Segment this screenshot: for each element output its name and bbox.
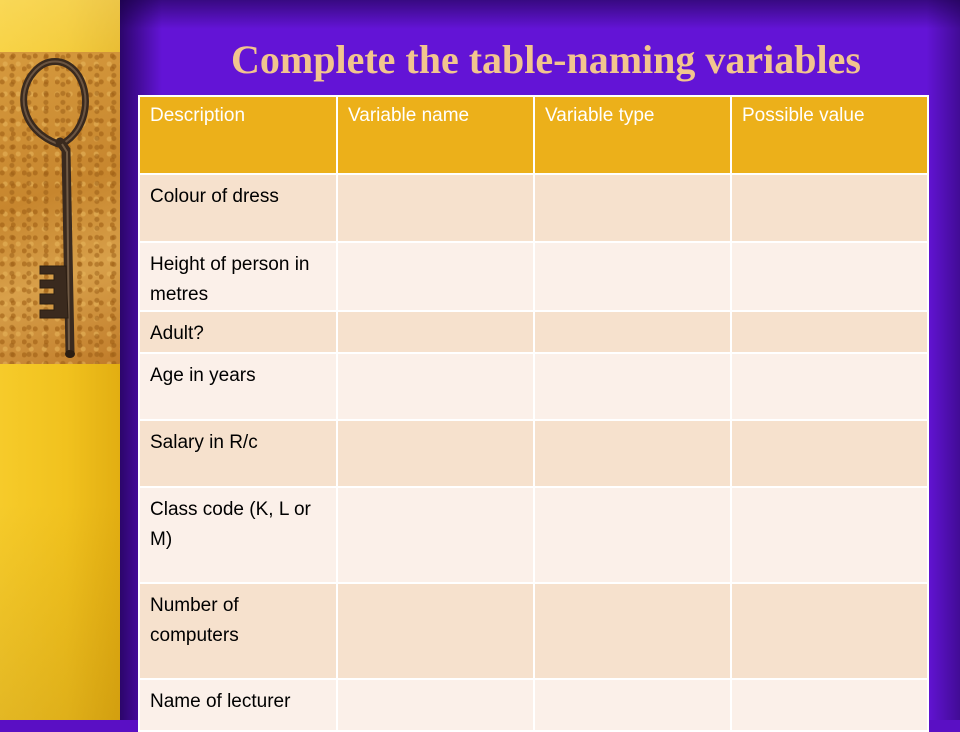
table-row: Height of person in metres [138, 241, 929, 312]
possible-value-cell [730, 352, 929, 421]
table-row: Class code (K, L or M) [138, 486, 929, 584]
table-row: Number of computers [138, 582, 929, 680]
table-row: Salary in R/c [138, 419, 929, 488]
column-header-variable-type: Variable type [533, 95, 732, 175]
variables-table: Description Variable name Variable type … [138, 95, 929, 732]
possible-value-cell [730, 241, 929, 312]
variable-type-cell [533, 310, 732, 354]
description-cell: Number of computers [138, 582, 338, 680]
possible-value-cell [730, 486, 929, 584]
table-row: Name of lecturer [138, 678, 929, 732]
possible-value-cell [730, 582, 929, 680]
possible-value-cell [730, 678, 929, 732]
variable-name-cell [336, 310, 535, 354]
table-row: Adult? [138, 310, 929, 354]
key-picture [0, 52, 120, 364]
description-cell: Class code (K, L or M) [138, 486, 338, 584]
column-header-variable-name: Variable name [336, 95, 535, 175]
description-cell: Age in years [138, 352, 338, 421]
column-header-description: Description [138, 95, 338, 175]
description-cell: Colour of dress [138, 173, 338, 243]
slide-title: Complete the table-naming variables [231, 37, 861, 82]
variable-name-cell [336, 678, 535, 732]
variable-type-cell [533, 486, 732, 584]
description-cell: Height of person in metres [138, 241, 338, 312]
variable-type-cell [533, 582, 732, 680]
possible-value-cell [730, 310, 929, 354]
variable-name-cell [336, 582, 535, 680]
table-row: Colour of dress [138, 173, 929, 243]
key-icon [20, 58, 89, 358]
description-cell: Adult? [138, 310, 338, 354]
variable-type-cell [533, 173, 732, 243]
variable-type-cell [533, 419, 732, 488]
description-cell: Salary in R/c [138, 419, 338, 488]
description-cell: Name of lecturer [138, 678, 338, 732]
table-header-row: Description Variable name Variable type … [138, 95, 929, 175]
table-row: Age in years [138, 352, 929, 421]
possible-value-cell [730, 173, 929, 243]
column-header-possible-value: Possible value [730, 95, 929, 175]
variable-name-cell [336, 173, 535, 243]
variable-name-cell [336, 352, 535, 421]
variable-name-cell [336, 419, 535, 488]
variable-name-cell [336, 486, 535, 584]
variable-name-cell [336, 241, 535, 312]
variable-type-cell [533, 241, 732, 312]
possible-value-cell [730, 419, 929, 488]
variable-type-cell [533, 352, 732, 421]
variable-type-cell [533, 678, 732, 732]
